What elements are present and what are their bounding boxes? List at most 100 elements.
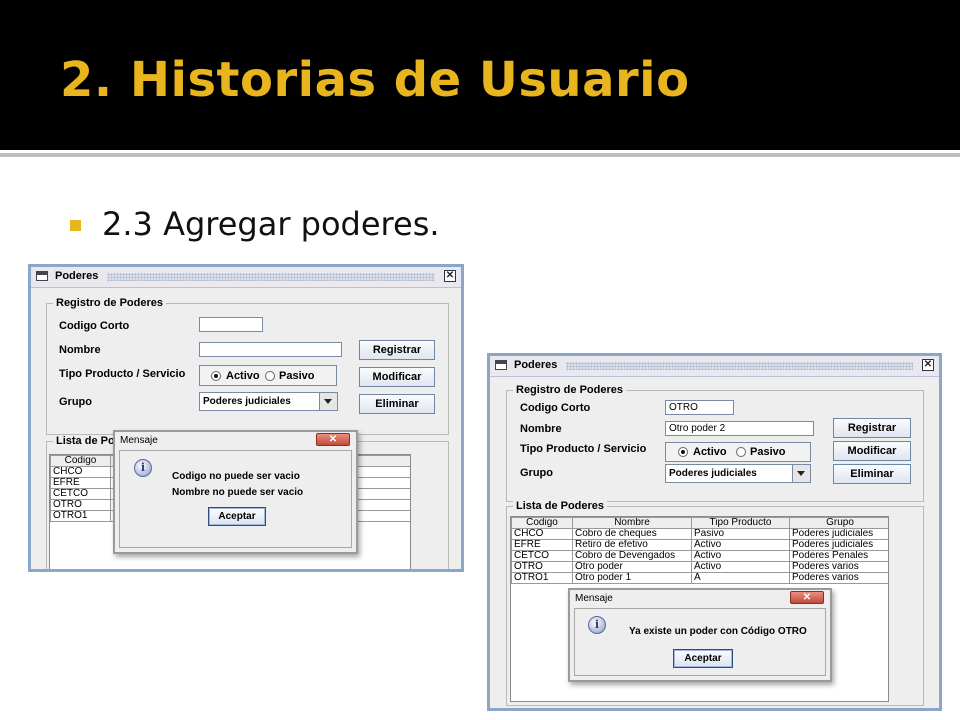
table-row[interactable]: OTRO1 Otro poder 1 A Poderes varios xyxy=(511,572,888,584)
table-cell: Poderes judiciales xyxy=(789,539,888,551)
table-cell: Poderes judiciales xyxy=(789,528,888,540)
table-cell: Activo xyxy=(691,539,790,551)
table-row[interactable]: OTRO Otro poder Activo Poderes varios xyxy=(511,561,888,573)
codigo-input[interactable]: OTRO xyxy=(665,400,734,415)
tipo-label: Tipo Producto / Servicio xyxy=(520,443,647,455)
radio-activo[interactable] xyxy=(678,447,688,457)
registrar-button[interactable]: Registrar xyxy=(833,418,911,438)
grupo-combo-value: Poderes judiciales xyxy=(203,396,291,407)
column-header[interactable]: Tipo Producto xyxy=(691,517,790,529)
table-cell: Otro poder 1 xyxy=(572,572,692,584)
table-cell: Retiro de efetivo xyxy=(572,539,692,551)
aceptar-button[interactable]: Aceptar xyxy=(208,507,266,526)
table-cell: EFRE xyxy=(511,539,573,551)
radio-pasivo[interactable] xyxy=(736,447,746,457)
dialog-title: Mensaje xyxy=(575,593,613,604)
radio-pasivo-label: Pasivo xyxy=(750,446,786,458)
lista-legend: Lista de Poderes xyxy=(513,500,608,512)
grupo-combo[interactable]: Poderes judiciales xyxy=(199,392,338,411)
table-cell: EFRE xyxy=(50,477,111,489)
grupo-label: Grupo xyxy=(59,396,92,408)
window-icon xyxy=(495,360,507,370)
table-cell: A xyxy=(691,572,790,584)
column-header[interactable]: Codigo xyxy=(50,455,111,467)
info-icon: i xyxy=(134,459,152,477)
table-cell: OTRO1 xyxy=(50,510,111,522)
eliminar-button[interactable]: Eliminar xyxy=(359,394,435,414)
window-titlebar[interactable]: Poderes ✕ xyxy=(490,356,939,377)
registro-legend: Registro de Poderes xyxy=(53,297,166,309)
codigo-label: Codigo Corto xyxy=(59,320,130,332)
table-cell: Cobro de Devengados xyxy=(572,550,692,562)
table-cell: CHCO xyxy=(50,466,111,478)
table-cell: Poderes varios xyxy=(789,561,888,573)
column-header[interactable]: Grupo xyxy=(789,517,888,529)
radio-activo-label: Activo xyxy=(693,446,727,458)
dialog-message-line1: Ya existe un poder con Código OTRO xyxy=(629,626,807,637)
mensaje-dialog: Mensaje ✕ i Codigo no puede ser vacio No… xyxy=(113,430,358,554)
bullet-text: 2.3 Agregar poderes. xyxy=(102,205,440,243)
table-cell: Activo xyxy=(691,561,790,573)
table-cell: Poderes Penales xyxy=(789,550,888,562)
nombre-input[interactable]: Otro poder 2 xyxy=(665,421,814,436)
chevron-down-icon[interactable] xyxy=(792,465,810,482)
table-cell: Otro poder xyxy=(572,561,692,573)
chevron-down-icon[interactable] xyxy=(319,393,337,410)
table-cell: Activo xyxy=(691,550,790,562)
info-icon: i xyxy=(588,616,606,634)
dialog-body: i Codigo no puede ser vacio Nombre no pu… xyxy=(119,450,352,548)
grupo-label: Grupo xyxy=(520,467,553,479)
table-header-row: Codigo Nombre Tipo Producto Grupo xyxy=(511,517,888,529)
column-header[interactable]: Codigo xyxy=(511,517,573,529)
tipo-radio-group: Activo Pasivo xyxy=(665,442,811,462)
dialog-titlebar[interactable]: Mensaje ✕ xyxy=(115,432,356,450)
window-icon xyxy=(36,271,48,281)
eliminar-button[interactable]: Eliminar xyxy=(833,464,911,484)
aceptar-button[interactable]: Aceptar xyxy=(673,649,733,668)
dialog-close-icon[interactable]: ✕ xyxy=(790,591,824,604)
registrar-button[interactable]: Registrar xyxy=(359,340,435,360)
dialog-message-line1: Codigo no puede ser vacio xyxy=(172,471,300,482)
tipo-radio-group: Activo Pasivo xyxy=(199,365,337,386)
radio-pasivo[interactable] xyxy=(265,371,275,381)
nombre-label: Nombre xyxy=(520,423,562,435)
registro-legend: Registro de Poderes xyxy=(513,384,626,396)
table-cell: OTRO xyxy=(50,499,111,511)
window-close-icon[interactable]: ✕ xyxy=(922,359,934,371)
nombre-label: Nombre xyxy=(59,344,101,356)
poderes-window-right: Poderes ✕ Registro de Poderes Codigo Cor… xyxy=(487,353,942,711)
dialog-close-icon[interactable]: ✕ xyxy=(316,433,350,446)
table-row[interactable]: EFRE Retiro de efetivo Activo Poderes ju… xyxy=(511,539,888,551)
radio-activo[interactable] xyxy=(211,371,221,381)
radio-pasivo-label: Pasivo xyxy=(279,370,315,382)
titlebar-grip xyxy=(566,362,913,370)
codigo-input[interactable] xyxy=(199,317,263,332)
dialog-body: i Ya existe un poder con Código OTRO Ace… xyxy=(574,608,826,676)
nombre-input[interactable] xyxy=(199,342,342,357)
modificar-button[interactable]: Modificar xyxy=(833,441,911,461)
table-cell: Pasivo xyxy=(691,528,790,540)
slide-title: 2. Historias de Usuario xyxy=(60,52,690,108)
dialog-titlebar[interactable]: Mensaje ✕ xyxy=(570,590,830,608)
column-header[interactable]: Nombre xyxy=(572,517,692,529)
dialog-title: Mensaje xyxy=(120,435,158,446)
tipo-label: Tipo Producto / Servicio xyxy=(59,368,186,380)
table-row[interactable]: CHCO Cobro de cheques Pasivo Poderes jud… xyxy=(511,528,888,540)
window-title: Poderes xyxy=(514,359,558,371)
table-cell: Poderes varios xyxy=(789,572,888,584)
window-titlebar[interactable]: Poderes ✕ xyxy=(31,267,461,288)
window-close-icon[interactable]: ✕ xyxy=(444,270,456,282)
table-cell: CETCO xyxy=(50,488,111,500)
table-cell: CHCO xyxy=(511,528,573,540)
bullet-square-icon xyxy=(70,220,81,231)
table-cell: OTRO xyxy=(511,561,573,573)
title-divider xyxy=(0,153,960,157)
grupo-combo[interactable]: Poderes judiciales xyxy=(665,464,811,483)
radio-activo-label: Activo xyxy=(226,370,260,382)
window-title: Poderes xyxy=(55,270,99,282)
poderes-window-left: Poderes ✕ Registro de Poderes Codigo Cor… xyxy=(28,264,464,572)
titlebar-grip xyxy=(107,273,435,281)
modificar-button[interactable]: Modificar xyxy=(359,367,435,387)
table-row[interactable]: CETCO Cobro de Devengados Activo Poderes… xyxy=(511,550,888,562)
table-cell: Cobro de cheques xyxy=(572,528,692,540)
